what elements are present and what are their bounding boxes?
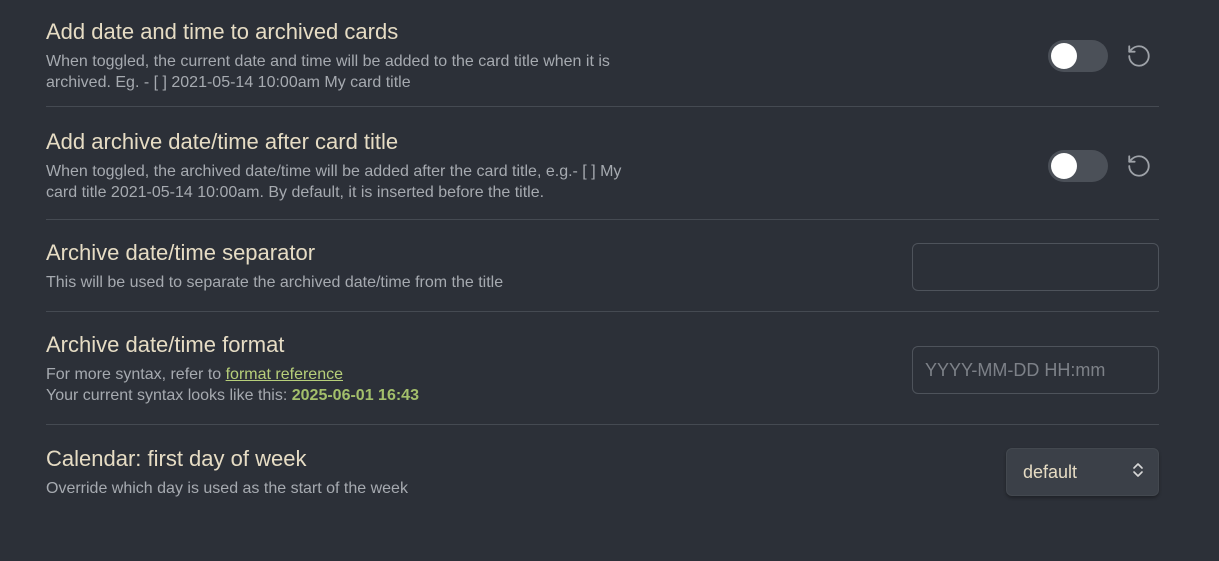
setting-description: When toggled, the current date and time …	[46, 52, 610, 91]
setting-info: Archive date/time format For more syntax…	[46, 332, 912, 406]
archive-separator-input[interactable]	[912, 242, 1159, 291]
setting-title: Add date and time to archived cards	[46, 18, 399, 44]
settings-list: Add date and time to archived cards When…	[46, 0, 1159, 517]
setting-info: Archive date/time separator This will be…	[46, 240, 912, 293]
chevron-up-down-icon	[1132, 462, 1144, 483]
setting-info: Calendar: first day of week Override whi…	[46, 446, 1006, 499]
archive-date-time-toggle[interactable]	[1048, 39, 1108, 72]
description-prefix: For more syntax, refer to	[46, 366, 226, 383]
setting-controls	[1048, 39, 1159, 72]
format-reference-link[interactable]: format reference	[226, 366, 343, 383]
reset-icon[interactable]	[1125, 152, 1153, 180]
setting-controls	[1048, 150, 1159, 182]
syntax-prefix: Your current syntax looks like this:	[46, 387, 292, 404]
setting-info: Add date and time to archived cards When…	[46, 19, 1048, 93]
setting-controls: default	[1006, 448, 1159, 496]
reset-icon[interactable]	[1125, 42, 1153, 70]
setting-description: When toggled, the archived date/time wil…	[46, 163, 622, 201]
setting-description: Override which day is used as the start …	[46, 479, 408, 497]
archive-date-after-title-toggle[interactable]	[1048, 150, 1108, 182]
setting-description: This will be used to separate the archiv…	[46, 274, 504, 291]
setting-description: For more syntax, refer to format referen…	[46, 364, 912, 406]
setting-controls	[912, 242, 1159, 291]
setting-item-archive-date-after-title: Add archive date/time after card title W…	[46, 107, 1159, 220]
setting-item-archive-separator: Archive date/time separator This will be…	[46, 220, 1159, 312]
toggle-knob	[1051, 42, 1077, 69]
syntax-example: 2025-06-01 16:43	[291, 387, 419, 404]
setting-info: Add archive date/time after card title W…	[46, 129, 1048, 203]
setting-title: Add archive date/time after card title	[46, 129, 399, 154]
setting-item-archive-format: Archive date/time format For more syntax…	[46, 312, 1159, 425]
setting-title: Archive date/time format	[46, 332, 285, 357]
setting-item-archive-date-time: Add date and time to archived cards When…	[46, 0, 1159, 107]
archive-format-input[interactable]	[912, 346, 1159, 394]
setting-title: Calendar: first day of week	[46, 445, 307, 471]
setting-item-first-day-of-week: Calendar: first day of week Override whi…	[46, 425, 1159, 517]
setting-title: Archive date/time separator	[46, 240, 316, 265]
first-day-of-week-select[interactable]: default	[1006, 448, 1159, 496]
select-value: default	[1023, 461, 1078, 482]
setting-controls	[912, 346, 1159, 394]
toggle-knob	[1051, 153, 1077, 179]
